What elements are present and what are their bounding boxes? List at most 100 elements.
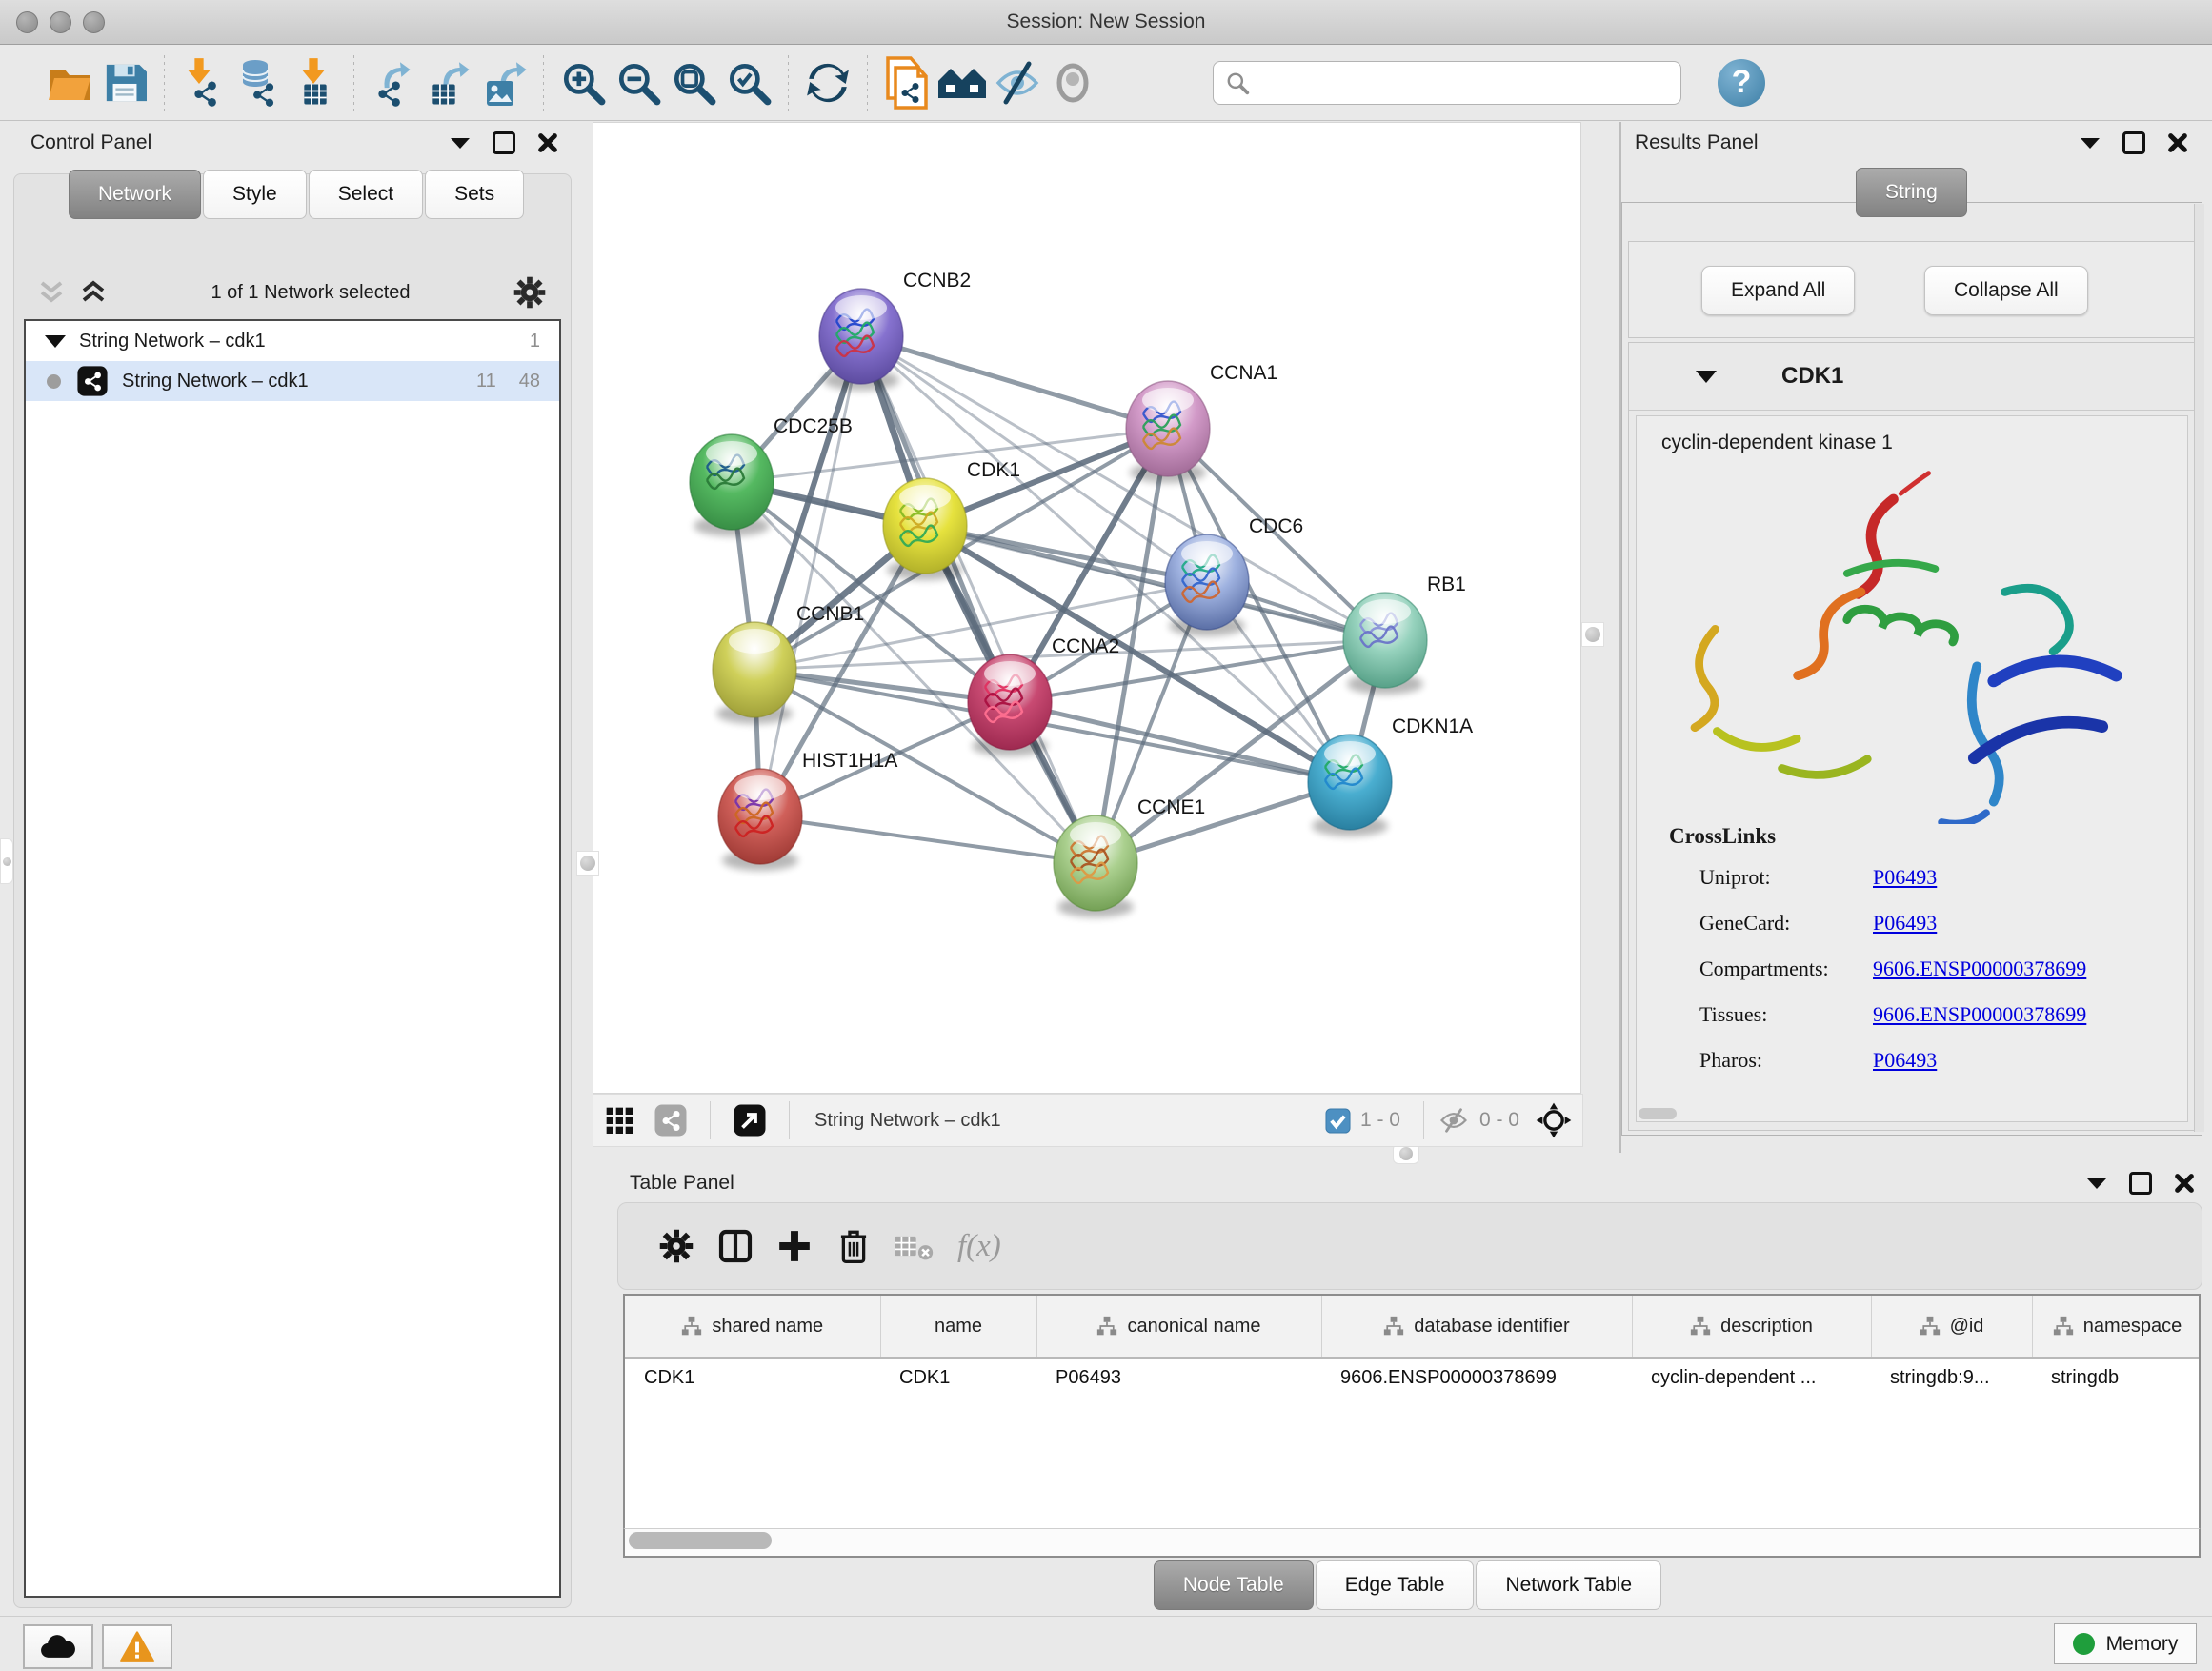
network-node-CDC25B[interactable]: CDC25B [690, 415, 853, 536]
network-node-RB1[interactable]: RB1 [1343, 574, 1466, 695]
expand-all-button[interactable]: Expand All [1701, 266, 1855, 315]
open-session-button[interactable] [42, 53, 97, 112]
table-cell[interactable]: 9606.ENSP00000378699 [1321, 1358, 1632, 1397]
tab-network-table[interactable]: Network Table [1476, 1560, 1661, 1610]
table-hscrollbar[interactable] [623, 1528, 2201, 1558]
table-cell[interactable]: cyclin-dependent ... [1632, 1358, 1871, 1397]
network-edge[interactable] [861, 336, 1096, 863]
network-node-CDK1[interactable]: CDK1 [883, 459, 1020, 580]
node-table[interactable]: shared namenamecanonical namedatabase id… [623, 1294, 2201, 1532]
protein-section-header[interactable]: CDK1 [1629, 343, 2195, 411]
crosslink-link[interactable]: 9606.ENSP00000378699 [1873, 1002, 2086, 1027]
tab-style[interactable]: Style [203, 170, 307, 219]
tab-sets[interactable]: Sets [425, 170, 524, 219]
vertical-splitter-left-grip[interactable] [576, 851, 599, 876]
network-node-CCNA1[interactable]: CCNA1 [1126, 362, 1277, 483]
delete-column-button[interactable] [824, 1215, 883, 1278]
zoom-out-button[interactable] [611, 53, 666, 112]
network-row[interactable]: String Network – cdk1 11 48 [26, 361, 559, 401]
table-cell[interactable]: stringdb:9... [1871, 1358, 2032, 1397]
network-thumbnail-button[interactable] [645, 1089, 696, 1152]
warnings-button[interactable] [102, 1624, 172, 1669]
export-network-button[interactable] [366, 53, 421, 112]
grid-view-button[interactable] [593, 1089, 645, 1152]
column-header-namespace[interactable]: namespace [2032, 1296, 2201, 1358]
hidden-eye-icon[interactable] [1438, 1106, 1470, 1135]
column-header-shared-name[interactable]: shared name [625, 1296, 880, 1358]
network-node-CDKN1A[interactable]: CDKN1A [1308, 715, 1473, 836]
search-field[interactable] [1213, 61, 1681, 105]
collection-expand-icon[interactable] [45, 335, 66, 348]
network-collection-row[interactable]: String Network – cdk1 1 [26, 321, 559, 361]
network-edge[interactable] [760, 336, 861, 816]
delete-table-button[interactable] [883, 1215, 942, 1278]
table-row[interactable]: CDK1CDK1P064939606.ENSP00000378699cyclin… [625, 1358, 2201, 1397]
help-button[interactable]: ? [1714, 53, 1769, 112]
network-graph[interactable]: CCNB2CCNA1CDC25BCDK1CDC6RB1CCNB1CCNA2CDK… [593, 123, 1580, 1093]
column-header-database-identifier[interactable]: database identifier [1321, 1296, 1632, 1358]
network-node-HIST1H1A[interactable]: HIST1H1A [718, 750, 897, 871]
show-columns-button[interactable] [706, 1215, 765, 1278]
expand-all-icon[interactable] [79, 278, 108, 307]
results-panel-float-button[interactable] [2120, 129, 2148, 157]
cloud-status-button[interactable] [23, 1624, 93, 1669]
results-hscroll-thumb[interactable] [1639, 1108, 1677, 1119]
zoom-selected-button[interactable] [721, 53, 776, 112]
collapse-all-button[interactable]: Collapse All [1924, 266, 2088, 315]
table-cell[interactable]: CDK1 [625, 1358, 880, 1397]
vertical-splitter-right-grip[interactable] [1581, 622, 1604, 647]
table-settings-button[interactable] [647, 1215, 706, 1278]
tab-edge-table[interactable]: Edge Table [1316, 1560, 1475, 1610]
save-session-button[interactable] [97, 53, 152, 112]
table-hscroll-thumb[interactable] [629, 1532, 772, 1549]
network-edge[interactable] [861, 336, 1168, 429]
function-builder-button[interactable]: f(x) [957, 1229, 1001, 1264]
export-image-button[interactable] [476, 53, 532, 112]
network-node-CCNE1[interactable]: CCNE1 [1054, 796, 1205, 917]
control-panel-menu-button[interactable] [446, 129, 474, 157]
show-all-button[interactable] [1045, 53, 1100, 112]
collapse-all-icon[interactable] [37, 278, 66, 307]
column-header-name[interactable]: name [880, 1296, 1036, 1358]
clone-network-button[interactable] [879, 53, 935, 112]
left-edge-grip[interactable] [0, 838, 13, 884]
add-column-button[interactable] [765, 1215, 824, 1278]
zoom-in-button[interactable] [555, 53, 611, 112]
column-header-canonical-name[interactable]: canonical name [1036, 1296, 1321, 1358]
network-node-CDC6[interactable]: CDC6 [1165, 515, 1303, 636]
import-network-from-database-button[interactable] [231, 53, 287, 112]
table-cell[interactable]: CDK1 [880, 1358, 1036, 1397]
crosslink-link[interactable]: P06493 [1873, 1048, 1937, 1073]
memory-button[interactable]: Memory [2054, 1623, 2197, 1664]
tab-node-table[interactable]: Node Table [1154, 1560, 1314, 1610]
selected-checkbox-icon[interactable] [1325, 1108, 1351, 1134]
tab-string[interactable]: String [1856, 168, 1967, 217]
results-panel-close-button[interactable] [2163, 129, 2192, 157]
network-canvas[interactable]: CCNB2CCNA1CDC25BCDK1CDC6RB1CCNB1CCNA2CDK… [593, 122, 1581, 1094]
hide-selected-button[interactable] [990, 53, 1045, 112]
detach-view-button[interactable] [724, 1089, 775, 1152]
network-edge[interactable] [1010, 702, 1350, 782]
table-panel-close-button[interactable] [2170, 1169, 2199, 1198]
zoom-fit-button[interactable] [666, 53, 721, 112]
network-edge[interactable] [760, 816, 1096, 863]
first-neighbors-button[interactable] [935, 53, 990, 112]
control-panel-float-button[interactable] [490, 129, 518, 157]
network-options-gear-icon[interactable] [513, 276, 546, 309]
network-node-CCNB1[interactable]: CCNB1 [713, 603, 864, 724]
refresh-view-button[interactable] [800, 53, 855, 112]
protein-collapse-icon[interactable] [1696, 371, 1717, 383]
birds-eye-view-icon[interactable] [1535, 1101, 1573, 1139]
tab-network[interactable]: Network [69, 170, 201, 219]
results-panel-scrollbar[interactable] [2194, 204, 2204, 1132]
table-panel-menu-button[interactable] [2082, 1169, 2111, 1198]
column-header--id[interactable]: @id [1871, 1296, 2032, 1358]
column-header-description[interactable]: description [1632, 1296, 1871, 1358]
import-table-from-file-button[interactable] [287, 53, 342, 112]
table-panel-float-button[interactable] [2126, 1169, 2155, 1198]
control-panel-close-button[interactable] [533, 129, 562, 157]
network-node-CCNB2[interactable]: CCNB2 [819, 270, 971, 391]
crosslink-link[interactable]: P06493 [1873, 911, 1937, 936]
tab-select[interactable]: Select [309, 170, 423, 219]
table-cell[interactable]: stringdb [2032, 1358, 2201, 1397]
